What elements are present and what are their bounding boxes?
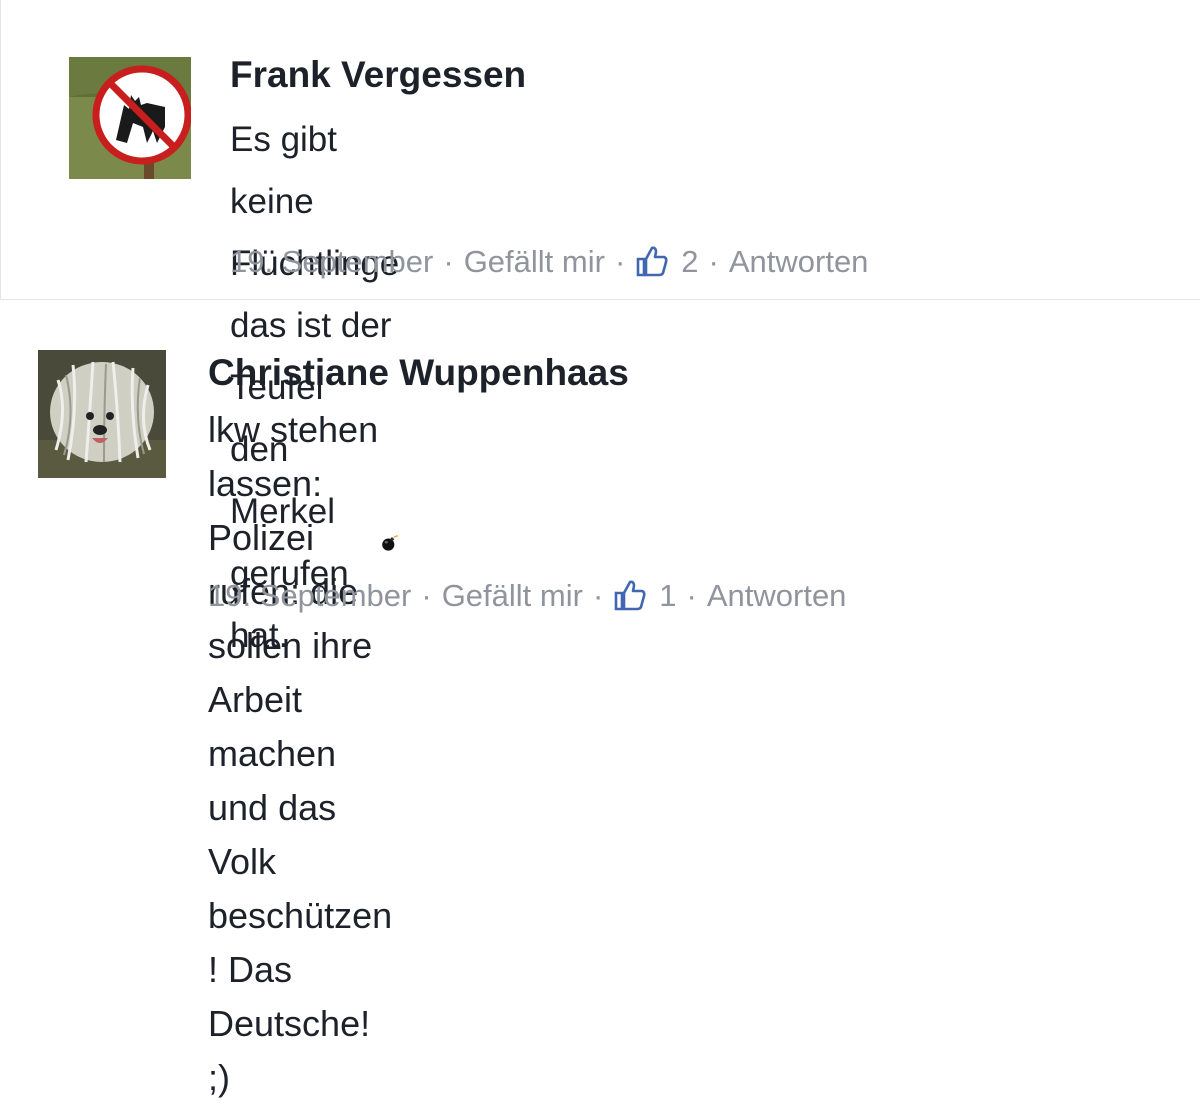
comment-meta: 19. September · Gefällt mir · 2 · Antwor… bbox=[230, 244, 868, 278]
reply-button[interactable]: Antworten bbox=[707, 580, 847, 611]
comment-date[interactable]: 19. September bbox=[230, 246, 433, 277]
separator: · bbox=[686, 577, 697, 613]
separator: · bbox=[421, 577, 432, 613]
separator: · bbox=[592, 577, 604, 613]
like-count[interactable]: 1 bbox=[659, 580, 676, 611]
avatar-image bbox=[69, 57, 191, 179]
like-button[interactable]: Gefällt mir bbox=[464, 246, 605, 277]
like-count[interactable]: 2 bbox=[681, 246, 698, 277]
separator: · bbox=[708, 243, 719, 279]
comment-text: lkw stehen lassen: Polizei rufen: die so… bbox=[208, 403, 392, 1105]
comment-text-line: Arbeit machen und das Volk beschützen ! … bbox=[208, 679, 393, 990]
avatar-christiane[interactable] bbox=[38, 350, 166, 478]
author-name[interactable]: Frank Vergessen bbox=[230, 56, 526, 93]
like-button[interactable]: Gefällt mir bbox=[442, 580, 583, 611]
comment-text-line: lkw stehen lassen: Polizei rufen: die so… bbox=[208, 409, 379, 666]
comment-text-line: Deutsche! ;) bbox=[208, 1003, 371, 1098]
separator: · bbox=[443, 243, 454, 279]
avatar-frank[interactable] bbox=[69, 57, 191, 179]
separator: · bbox=[614, 243, 626, 279]
thumbs-up-icon bbox=[614, 580, 646, 611]
comment-date[interactable]: 19. September bbox=[208, 580, 411, 611]
comment-meta: 19. September · Gefällt mir · 1 · Antwor… bbox=[208, 578, 846, 612]
avatar-image bbox=[38, 350, 166, 478]
author-name[interactable]: Christiane Wuppenhaas bbox=[208, 354, 629, 391]
thumbs-up-icon bbox=[636, 246, 668, 277]
reply-button[interactable]: Antworten bbox=[729, 246, 869, 277]
